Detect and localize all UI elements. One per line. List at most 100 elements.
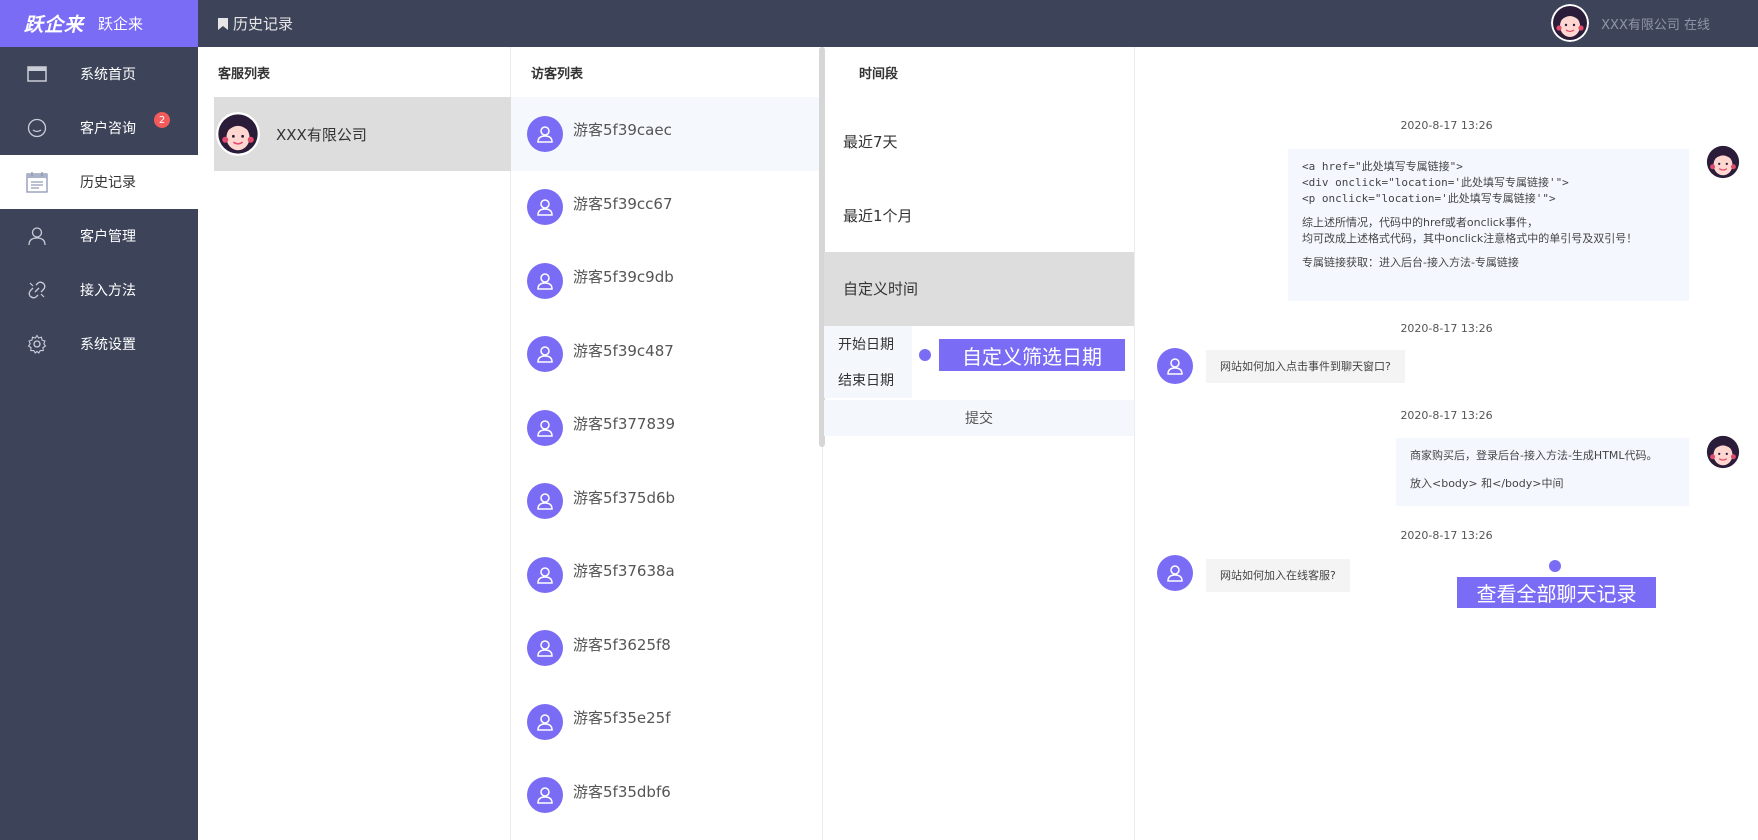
visitor-name: 游客5f3625f8 xyxy=(573,635,671,654)
person-icon xyxy=(537,346,553,363)
agent-name: XXX有限公司 xyxy=(276,125,367,144)
timeframe-option-custom[interactable]: 自定义时间 xyxy=(824,252,1134,326)
chat-bubble: 网站如何加入在线客服? xyxy=(1206,559,1350,592)
history-icon xyxy=(26,171,48,193)
bubble-line: <p onclick="location='此处填写专属链接'"> xyxy=(1302,192,1556,205)
visitor-item[interactable]: 游客5f39c487 xyxy=(511,318,822,392)
visitor-panel-title: 访客列表 xyxy=(531,66,584,82)
person-icon xyxy=(537,714,553,731)
bubble-line: 放入<body> 和</body>中间 xyxy=(1410,477,1564,490)
visitor-name: 游客5f35e25f xyxy=(573,709,671,728)
message-time: 2020-8-17 13:26 xyxy=(1400,409,1493,422)
bubble-line: 综上述所情况，代码中的href或者onclick事件， xyxy=(1302,216,1539,229)
visitor-item[interactable]: 游客5f377839 xyxy=(511,391,822,465)
bubble-line: <div onclick="location='此处填写专属链接'"> xyxy=(1302,176,1569,189)
visitor-item[interactable]: 游客5f35dbf6 xyxy=(511,759,822,833)
sidebar-item-settings[interactable]: 系统设置 xyxy=(0,317,198,371)
visitor-name: 游客5f39caec xyxy=(573,121,672,140)
bubble-line: 网站如何加入点击事件到聊天窗口? xyxy=(1220,360,1391,373)
timeframe-title: 时间段 xyxy=(859,66,899,82)
user-menu[interactable]: XXX有限公司 在线 xyxy=(1551,4,1710,42)
brand-logo: 跃企来 xyxy=(24,14,85,36)
sidebar-item-integration[interactable]: 接入方法 xyxy=(0,263,198,317)
chat-bubble: 网站如何加入点击事件到聊天窗口? xyxy=(1206,350,1405,383)
bubble-line xyxy=(1410,464,1675,476)
visitor-avatar xyxy=(527,262,563,299)
visitor-avatar xyxy=(527,336,563,373)
visitor-item[interactable]: 游客5f35e25f xyxy=(511,685,822,759)
message-time: 2020-8-17 13:26 xyxy=(1400,529,1493,542)
window-icon xyxy=(26,63,48,85)
sidebar-item-consult[interactable]: 客户咨询 2 xyxy=(0,101,198,155)
visitor-item[interactable]: 游客5f39caec xyxy=(511,97,822,171)
visitor-item[interactable]: 游客5f39c9db xyxy=(511,244,822,318)
visitor-avatar xyxy=(527,556,563,593)
visitor-name: 游客5f35dbf6 xyxy=(573,782,671,801)
chat-panel: 2020-8-17 13:26 <a href="此处填写专属链接"> <div… xyxy=(1135,47,1758,840)
sidebar-item-label: 系统首页 xyxy=(80,67,136,83)
unread-badge: 2 xyxy=(154,112,170,128)
visitor-item[interactable]: 游客5f39cc67 xyxy=(511,171,822,245)
sidebar-nav: 系统首页 客户咨询 2 历史记录 客户管理 接入方法 系统设置 xyxy=(0,47,198,371)
bubble-line: 网站如何加入在线客服? xyxy=(1220,569,1336,582)
timeframe-option-7days[interactable]: 最近7天 xyxy=(824,105,1134,179)
sidebar-item-home[interactable]: 系统首页 xyxy=(0,47,198,101)
bubble-line xyxy=(1302,207,1675,215)
visitor-name: 游客5f375d6b xyxy=(573,488,676,507)
chat-bubble: <a href="此处填写专属链接"> <div onclick="locati… xyxy=(1288,149,1689,301)
sidebar-item-label: 客户咨询 xyxy=(80,121,136,137)
view-all-chat-callout: 查看全部聊天记录 xyxy=(1457,577,1656,608)
visitor-chat-avatar xyxy=(1157,348,1193,384)
person-icon xyxy=(537,787,553,804)
visitor-avatar xyxy=(527,189,563,226)
visitor-name: 游客5f39c9db xyxy=(573,268,674,287)
visitor-item[interactable]: 游客5f3625f8 xyxy=(511,612,822,686)
person-icon xyxy=(1167,565,1183,582)
sidebar-item-customers[interactable]: 客户管理 xyxy=(0,209,198,263)
callout-dot xyxy=(1549,560,1561,572)
chat-bubble: 商家购买后，登录后台-接入方法-生成HTML代码。 放入<body> 和</bo… xyxy=(1396,438,1689,506)
visitor-avatar xyxy=(527,630,563,667)
user-avatar xyxy=(1551,4,1590,42)
visitor-item[interactable]: 游客5f37638a xyxy=(511,538,822,612)
sidebar-item-label: 接入方法 xyxy=(80,283,136,299)
agent-item[interactable]: XXX有限公司 xyxy=(214,97,511,171)
breadcrumb-label: 历史记录 xyxy=(233,15,294,33)
person-icon xyxy=(537,640,553,657)
bubble-line: 商家购买后，登录后台-接入方法-生成HTML代码。 xyxy=(1410,449,1658,462)
agent-panel: 客服列表 XXX有限公司 xyxy=(198,47,511,840)
gear-icon xyxy=(26,333,48,355)
agent-chat-avatar xyxy=(1705,144,1741,180)
sidebar-item-label: 系统设置 xyxy=(80,337,136,353)
end-date-input[interactable]: 结束日期 xyxy=(824,361,912,398)
visitor-name: 游客5f39c487 xyxy=(573,341,674,360)
custom-date-callout: 自定义筛选日期 xyxy=(939,339,1125,371)
timeframe-option-1month[interactable]: 最近1个月 xyxy=(824,179,1134,253)
bubble-line: 专属链接获取：进入后台-接入方法-专属链接 xyxy=(1302,256,1519,269)
breadcrumb: 历史记录 xyxy=(198,13,293,34)
brand-name: 跃企来 xyxy=(98,15,144,33)
bubble-line xyxy=(1302,247,1675,255)
sidebar-item-history[interactable]: 历史记录 xyxy=(0,155,198,209)
person-icon xyxy=(537,493,553,510)
visitor-avatar xyxy=(527,703,563,740)
bubble-line: <a href="此处填写专属链接"> xyxy=(1302,160,1463,173)
user-status: XXX有限公司 在线 xyxy=(1601,17,1710,33)
agent-chat-avatar xyxy=(1705,434,1741,470)
brand: 跃企来 跃企来 xyxy=(0,0,198,47)
start-date-input[interactable]: 开始日期 xyxy=(824,325,912,362)
agent-avatar xyxy=(216,112,260,156)
visitor-avatar xyxy=(527,115,563,152)
bookmark-icon xyxy=(218,17,228,30)
visitor-panel: 访客列表 游客5f39caec 游客5f39cc67 游客5f39c9db 游客5f3… xyxy=(511,47,823,840)
top-bar: 历史记录 XXX有限公司 在线 xyxy=(198,0,1758,47)
message-time: 2020-8-17 13:26 xyxy=(1400,322,1493,335)
visitor-avatar xyxy=(527,409,563,446)
visitor-item[interactable]: 游客5f375d6b xyxy=(511,465,822,539)
visitor-list: 游客5f39caec 游客5f39cc67 游客5f39c9db 游客5f39c487… xyxy=(511,97,822,832)
bubble-line: 均可改成上述格式代码，其中onclick注意格式中的单引号及双引号！ xyxy=(1302,232,1638,245)
submit-button[interactable]: 提交 xyxy=(824,399,1134,436)
sidebar-item-label: 客户管理 xyxy=(80,229,136,245)
visitor-name: 游客5f39cc67 xyxy=(573,194,673,213)
message-time: 2020-8-17 13:26 xyxy=(1400,119,1493,132)
